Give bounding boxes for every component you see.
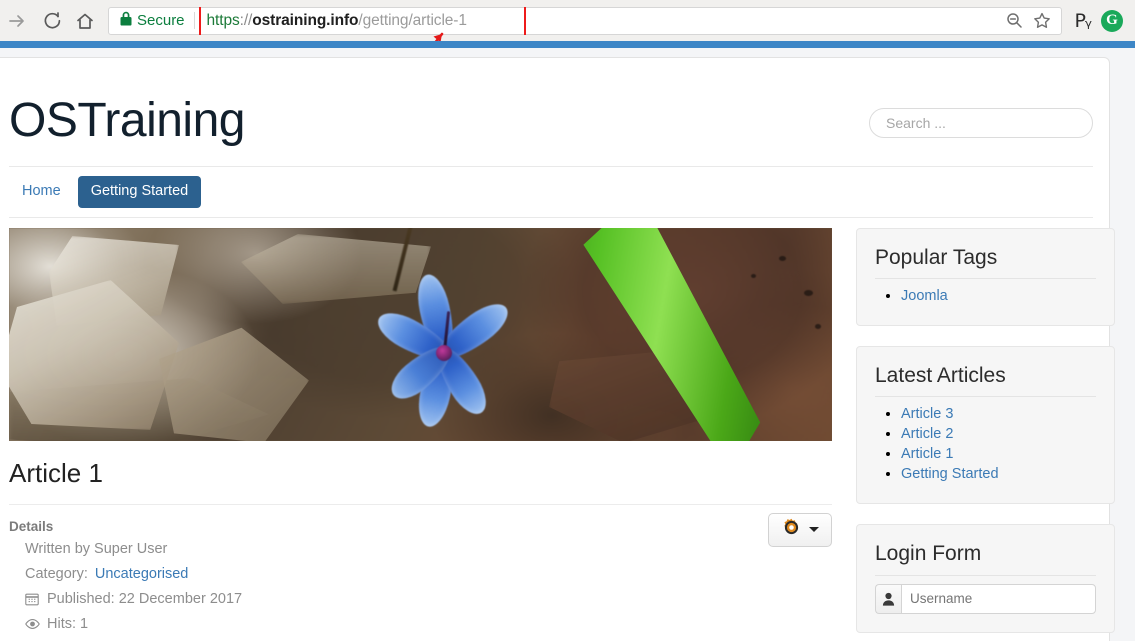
detail-author: Written by Super User [9,537,832,562]
forward-arrow-icon[interactable] [0,4,34,38]
sidebar: Popular Tags Joomla Latest Articles Arti… [856,227,1115,641]
page-title: OSTraining [9,94,245,147]
nav-item-getting-started[interactable]: Getting Started [77,176,202,208]
popular-tags-list: Joomla [875,287,1096,305]
detail-author-text: Written by Super User [25,540,168,557]
module-title: Popular Tags [875,245,998,269]
py-extension-icon[interactable]: Pᵧ [1074,10,1092,32]
username-input[interactable] [901,583,1096,614]
blue-flower [344,266,544,441]
latest-articles-list: Article 3 Article 2 Article 1 Getting St… [875,405,1096,483]
url-separator: :// [239,11,253,29]
url-field[interactable]: https://ostraining.info/getting/article-… [195,6,1002,35]
detail-hits: Hits: 1 [9,612,832,637]
module-divider [875,396,1096,398]
article-hero-image [9,227,832,441]
list-item: Article 1 [901,445,1096,463]
latest-article-link-4[interactable]: Getting Started [901,466,999,482]
url-text: https://ostraining.info/getting/article-… [195,12,467,30]
debris-speck [779,255,786,261]
search-input[interactable] [869,108,1093,138]
extension-icons: Pᵧ G [1070,9,1135,32]
detail-category-label: Category: [25,565,88,582]
url-scheme: https [206,11,240,29]
detail-category-link[interactable]: Uncategorised [95,564,189,585]
user-icon [875,583,901,614]
home-icon[interactable] [68,4,102,38]
site-header: OSTraining [1,58,1101,166]
tag-link-joomla[interactable]: Joomla [901,288,948,304]
lock-icon [120,11,132,30]
detail-published-text: Published: 22 December 2017 [47,590,243,607]
detail-hits-text: Hits: 1 [47,615,89,632]
latest-article-link-2[interactable]: Article 2 [901,426,953,442]
latest-article-link-1[interactable]: Article 3 [901,406,953,422]
list-item: Article 3 [901,405,1096,423]
module-title: Latest Articles [875,364,1006,388]
details-heading: Details [9,518,54,534]
grammarly-extension-icon[interactable]: G [1101,9,1123,32]
eye-icon [25,618,40,630]
module-login-form: Login Form [856,524,1115,633]
security-indicator[interactable]: Secure [109,11,194,30]
gear-icon [782,518,801,542]
article-details: Details Written by Super User Category: … [9,505,832,637]
list-item: Joomla [901,287,1096,305]
content-layout: Article 1 Details Written by Super User … [1,218,1115,641]
star-icon[interactable] [1029,8,1055,34]
page-viewport: OSTraining Home Getting Started [0,48,1135,641]
calendar-icon [25,592,40,606]
caret-down-icon [808,527,819,533]
omnibox-actions [1001,8,1061,34]
detail-published: Published: 22 December 2017 [9,587,832,612]
reload-icon[interactable] [34,4,68,38]
page-loading-bar [0,41,1135,48]
zoom-out-magnifier-icon[interactable] [1001,8,1027,34]
latest-article-link-3[interactable]: Article 1 [901,446,953,462]
article-options-button[interactable] [768,512,832,547]
debris-speck [804,289,813,296]
nav-item-home[interactable]: Home [9,176,74,208]
article-title: Article 1 [9,457,103,488]
list-item: Getting Started [901,465,1096,483]
main-column: Article 1 Details Written by Super User … [9,227,832,641]
detail-category: Category: Uncategorised [9,562,832,587]
module-latest-articles: Latest Articles Article 3 Article 2 Arti… [856,346,1115,505]
module-divider [875,278,1096,280]
module-divider [875,574,1096,576]
module-title: Login Form [875,542,982,566]
url-path: /getting/article-1 [358,11,467,29]
address-bar[interactable]: Secure https://ostraining.info/getting/a… [108,6,1063,35]
browser-toolbar: Secure https://ostraining.info/getting/a… [0,0,1135,41]
module-popular-tags: Popular Tags Joomla [856,227,1115,327]
list-item: Article 2 [901,425,1096,443]
username-field-row [875,583,1096,614]
site-container: OSTraining Home Getting Started [0,57,1115,641]
debris-speck [751,273,756,278]
debris-speck [815,323,821,329]
main-navigation: Home Getting Started [1,167,1101,217]
security-label: Secure [137,12,185,29]
url-host: ostraining.info [252,11,359,29]
